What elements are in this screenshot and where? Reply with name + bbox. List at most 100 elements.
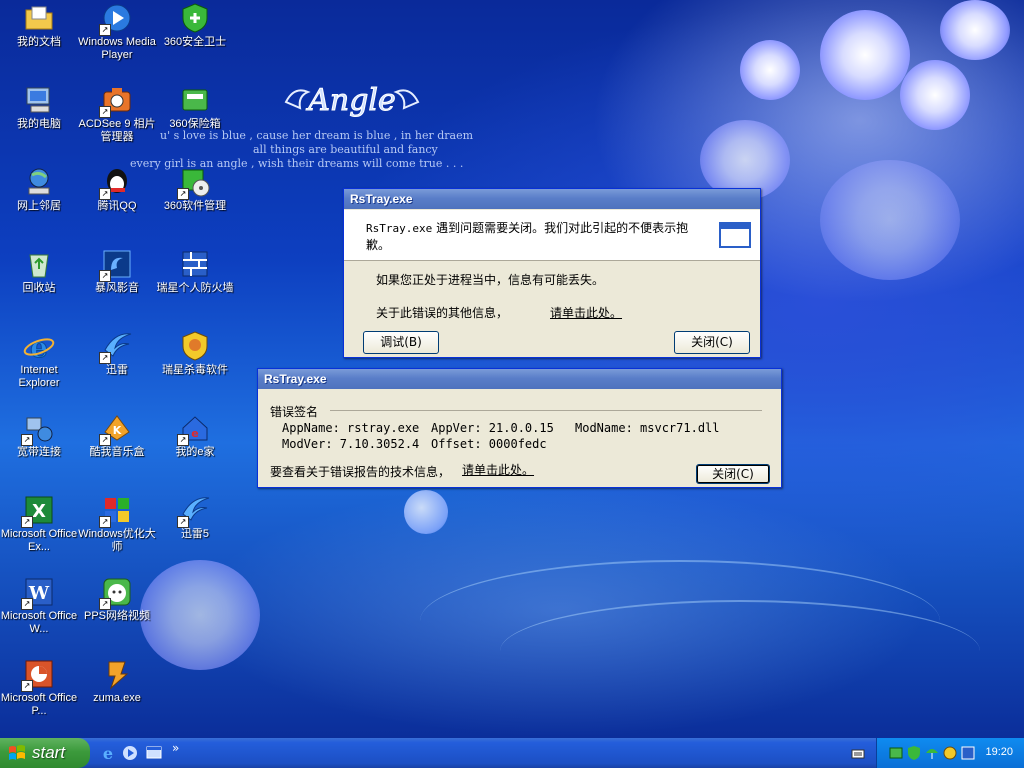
- debug-button[interactable]: 调试(B): [363, 331, 439, 354]
- thunder5-icon: ↗: [177, 494, 211, 528]
- 360-safe-tray-icon[interactable]: [907, 745, 921, 761]
- shortcut-arrow-icon: ↗: [99, 598, 111, 610]
- desktop-icon-windows-optimizer[interactable]: ↗ Windows优化大师: [78, 494, 156, 554]
- error-message: RsTray.exe 遇到问题需要关闭。我们对此引起的不便表示抱歉。: [366, 220, 696, 253]
- keyboard-icon[interactable]: [851, 746, 865, 760]
- desktop-icon-acdsee[interactable]: ↗ ACDSee 9 相片管理器: [78, 84, 156, 144]
- dialog-divider: [344, 260, 760, 261]
- icon-label: ACDSee 9 相片管理器: [78, 118, 156, 143]
- shortcut-arrow-icon: ↗: [99, 352, 111, 364]
- appver-value: AppVer: 21.0.0.15: [431, 421, 554, 435]
- wallpaper-wave: [500, 600, 980, 702]
- desktop-icon-kuwo-music[interactable]: K ↗ 酷我音乐盒: [78, 412, 156, 459]
- desktop-icon-excel[interactable]: X ↗ Microsoft Office Ex...: [0, 494, 78, 554]
- more-info-text: 关于此错误的其他信息，: [376, 306, 509, 320]
- more-info-link[interactable]: 请单击此处。: [550, 304, 622, 321]
- quicklaunch-show-desktop[interactable]: [145, 744, 163, 762]
- shortcut-arrow-icon: ↗: [99, 516, 111, 528]
- desktop-icon-360-software[interactable]: ↗ 360软件管理: [156, 166, 234, 213]
- icon-label: 360保险箱: [169, 118, 221, 130]
- desktop-icon-my-documents[interactable]: 我的文档: [0, 2, 78, 49]
- qq-icon: ↗: [99, 166, 133, 200]
- desktop-icon-thunder[interactable]: ↗ 迅雷: [78, 330, 156, 377]
- desktop-icon-thunder5[interactable]: ↗ 迅雷5: [156, 494, 234, 541]
- svg-text:K: K: [113, 424, 122, 437]
- desktop-icon-word[interactable]: W ↗ Microsoft Office W...: [0, 576, 78, 636]
- quicklaunch-overflow[interactable]: »: [172, 741, 179, 755]
- desktop-icon-recycle-bin[interactable]: 回收站: [0, 248, 78, 295]
- my-computer-icon: [23, 84, 55, 116]
- desktop[interactable]: Angle u' s love is blue , cause her drea…: [0, 0, 1024, 738]
- rising-firewall-icon: [179, 248, 211, 280]
- desktop-icon-network-places[interactable]: 网上邻居: [0, 166, 78, 213]
- desktop-icon-powerpoint[interactable]: ↗ Microsoft Office P...: [0, 658, 78, 718]
- recycle-bin-icon: [23, 248, 55, 280]
- wallpaper-moon: [404, 490, 448, 534]
- error-signature-heading: 错误签名: [270, 405, 319, 419]
- shortcut-arrow-icon: ↗: [21, 516, 33, 528]
- desktop-icon-360-safe[interactable]: 360安全卫士: [156, 2, 234, 49]
- my-documents-icon: [23, 2, 55, 34]
- rising-tray-icon[interactable]: [943, 746, 957, 760]
- taskbar: start e » 19:20: [0, 738, 1024, 768]
- clock[interactable]: 19:20: [985, 746, 1013, 758]
- shortcut-arrow-icon: ↗: [21, 680, 33, 692]
- desktop-icon-broadband-connection[interactable]: ↗ 宽带连接: [0, 412, 78, 459]
- 360-safe-icon: [179, 2, 211, 34]
- desktop-icon-my-ehome[interactable]: e ↗ 我的e家: [156, 412, 234, 459]
- quicklaunch-ie[interactable]: e: [99, 744, 117, 763]
- icon-label: Internet Explorer: [18, 364, 60, 389]
- icon-label: 360安全卫士: [163, 36, 227, 48]
- umbrella-tray-icon[interactable]: [925, 745, 939, 761]
- poem-line: all things are beautiful and fancy: [253, 143, 438, 156]
- icon-label: Microsoft Office Ex...: [0, 528, 78, 553]
- word-icon: W ↗: [21, 576, 55, 610]
- internet-explorer-icon: e: [23, 330, 55, 362]
- close-button[interactable]: 关闭(C): [674, 331, 750, 354]
- window-icon: [719, 222, 751, 248]
- storm-player-icon: ↗: [99, 248, 133, 282]
- signature-divider: [330, 410, 762, 411]
- svg-text:X: X: [32, 501, 46, 522]
- angle-logo-text: Angle: [305, 83, 396, 118]
- shortcut-arrow-icon: ↗: [99, 434, 111, 446]
- icon-label: 网上邻居: [17, 200, 61, 212]
- desktop-icon-zuma[interactable]: zuma.exe: [78, 658, 156, 705]
- quicklaunch-media-player[interactable]: [121, 744, 139, 762]
- start-button[interactable]: start: [0, 738, 90, 768]
- appname-value: AppName: rstray.exe: [282, 421, 420, 435]
- desktop-icon-my-computer[interactable]: 我的电脑: [0, 84, 78, 131]
- shortcut-arrow-icon: ↗: [21, 598, 33, 610]
- error-details-dialog[interactable]: RsTray.exe 错误签名 AppName: rstray.exe AppV…: [257, 368, 782, 488]
- 360-safebox-tray-icon[interactable]: [889, 746, 903, 760]
- dialog-title[interactable]: RsTray.exe: [344, 189, 760, 209]
- svg-text:e: e: [103, 744, 113, 762]
- desktop-icon-rising-firewall[interactable]: 瑞星个人防火墙: [156, 248, 234, 295]
- dialog-header: RsTray.exe 遇到问题需要关闭。我们对此引起的不便表示抱歉。: [344, 210, 760, 260]
- desktop-icon-internet-explorer[interactable]: e Internet Explorer: [0, 330, 78, 390]
- icon-label: 我的电脑: [17, 118, 61, 130]
- error-dialog[interactable]: RsTray.exe RsTray.exe 遇到问题需要关闭。我们对此引起的不便…: [343, 188, 761, 358]
- firewall-tray-icon[interactable]: [961, 746, 975, 760]
- broadband-connection-icon: ↗: [21, 412, 55, 446]
- icon-label: 迅雷5: [180, 528, 210, 540]
- details-dialog-title[interactable]: RsTray.exe: [258, 369, 781, 389]
- svg-text:e: e: [191, 427, 198, 440]
- details-close-button[interactable]: 关闭(C): [696, 464, 770, 484]
- desktop-icon-360-safebox[interactable]: 360保险箱: [156, 84, 234, 131]
- desktop-icon-storm-player[interactable]: ↗ 暴风影音: [78, 248, 156, 295]
- shortcut-arrow-icon: ↗: [99, 106, 111, 118]
- desktop-icon-media-player[interactable]: ↗ Windows Media Player: [78, 2, 156, 62]
- desktop-icon-rising-antivirus[interactable]: 瑞星杀毒软件: [156, 330, 234, 377]
- icon-label: 酷我音乐盒: [89, 446, 145, 458]
- start-label: start: [32, 743, 66, 762]
- media-player-icon: [123, 746, 137, 760]
- desktop-icon-pps-video[interactable]: ↗ PPS网络视频: [78, 576, 156, 623]
- desktop-icon-qq[interactable]: ↗ 腾讯QQ: [78, 166, 156, 213]
- shortcut-arrow-icon: ↗: [99, 270, 111, 282]
- tech-info-link[interactable]: 请单击此处。: [462, 461, 534, 478]
- 360-software-icon: ↗: [177, 166, 211, 200]
- shortcut-arrow-icon: ↗: [99, 24, 111, 36]
- shortcut-arrow-icon: ↗: [177, 516, 189, 528]
- zuma-icon: [101, 658, 133, 690]
